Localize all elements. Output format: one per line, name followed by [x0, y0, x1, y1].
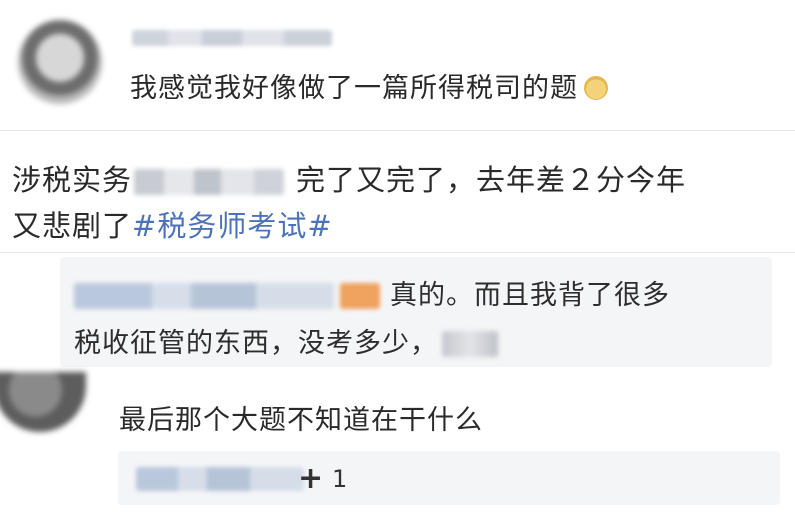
- reaction-count: 1: [332, 465, 348, 493]
- comment-item: 我感觉我好像做了一篇所得税司的题: [0, 0, 795, 130]
- post-text: 涉税实务: [12, 163, 133, 197]
- avatar[interactable]: [18, 20, 102, 104]
- divider: [0, 252, 795, 253]
- comment-text-content: 最后那个大题不知道在干什么: [119, 405, 483, 436]
- quote-text: 税收征管的东西，没考多少，: [74, 328, 438, 359]
- avatar[interactable]: [0, 372, 86, 432]
- quote-text: 真的。而且我背了很多: [390, 280, 670, 311]
- quote-line-1: 真的。而且我背了很多: [74, 273, 670, 312]
- quoted-reply[interactable]: 真的。而且我背了很多 税收征管的东西，没考多少，: [60, 257, 772, 367]
- plus-icon: +: [298, 461, 324, 496]
- redacted-text: [442, 331, 498, 357]
- badge-icon: [340, 283, 380, 309]
- post-line-1: 涉税实务 完了又完了，去年差２分今年: [12, 157, 686, 199]
- redacted-text: [134, 169, 285, 195]
- reaction-username[interactable]: [136, 467, 304, 491]
- comment-text-content: 我感觉我好像做了一篇所得税司的题: [130, 73, 578, 104]
- comment-text: 我感觉我好像做了一篇所得税司的题: [130, 66, 608, 105]
- post-line-2: 又悲剧了#税务师考试#: [12, 203, 333, 245]
- reaction-row[interactable]: + 1: [118, 451, 780, 505]
- username[interactable]: [132, 30, 332, 46]
- quote-line-2: 税收征管的东西，没考多少，: [74, 321, 498, 360]
- username-blurred: [132, 30, 332, 46]
- username-blurred: [136, 467, 304, 491]
- reply-username-blurred[interactable]: [74, 283, 334, 309]
- post-body: 涉税实务 完了又完了，去年差２分今年 又悲剧了#税务师考试#: [0, 131, 795, 251]
- emoji-icon: [584, 76, 608, 100]
- post-text: 完了又完了，去年差２分今年: [296, 163, 687, 197]
- post-text: 又悲剧了: [12, 209, 133, 243]
- hashtag-link[interactable]: #税务师考试#: [132, 209, 333, 243]
- comment-text: 最后那个大题不知道在干什么: [119, 398, 483, 437]
